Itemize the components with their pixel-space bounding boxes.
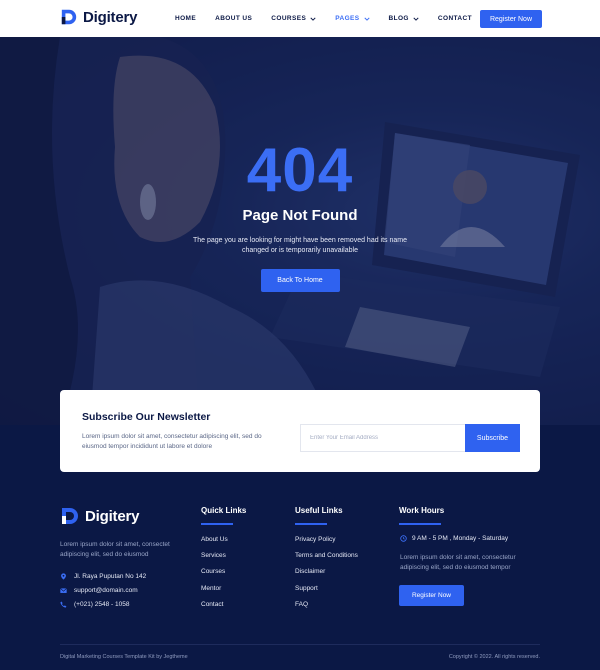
footer-copyright: Copyright © 2022. All rights reserved. — [448, 654, 540, 660]
nav-home-label: HOME — [175, 15, 197, 22]
footer-credit: Digital Marketing Courses Template Kit b… — [60, 654, 188, 660]
contact-email: support@domain.com — [60, 587, 138, 594]
quick-links-underline — [201, 523, 233, 525]
nav-contact[interactable]: CONTACT — [438, 15, 472, 22]
clock-icon — [400, 535, 407, 542]
link-disclaimer[interactable]: Disclaimer — [295, 568, 325, 575]
useful-links-underline — [295, 523, 327, 525]
logo-text: Digitery — [83, 8, 138, 26]
link-faq[interactable]: FAQ — [295, 601, 308, 608]
footer-register-button[interactable]: Register Now — [399, 585, 464, 606]
error-content: 404 Page Not Found The page you are look… — [0, 137, 600, 292]
link-about-us[interactable]: About Us — [201, 536, 228, 543]
register-now-button[interactable]: Register Now — [480, 10, 542, 28]
link-services[interactable]: Services — [201, 552, 226, 559]
work-hours-text: 9 AM - 5 PM , Monday - Saturday — [412, 535, 509, 542]
hero-section: 404 Page Not Found The page you are look… — [0, 37, 600, 425]
error-code: 404 — [246, 136, 354, 205]
logo-mark-icon — [62, 508, 78, 524]
nav-home[interactable]: HOME — [175, 15, 196, 22]
subscribe-button[interactable]: Subscribe — [465, 424, 520, 452]
link-terms[interactable]: Terms and Conditions — [295, 552, 358, 559]
mail-icon — [60, 588, 67, 593]
nav-blog[interactable]: BLOG — [389, 15, 419, 22]
link-privacy-policy[interactable]: Privacy Policy — [295, 536, 335, 543]
useful-links-title: Useful Links — [295, 506, 343, 515]
main-nav: HOME ABOUT US COURSES PAGES BLOG CONTACT — [175, 0, 491, 37]
newsletter-title: Subscribe Our Newsletter — [82, 411, 211, 423]
work-hours-description: Lorem ipsum dolor sit amet, consectetur … — [400, 554, 516, 571]
chevron-down-icon — [363, 17, 370, 21]
nav-pages-label: PAGES — [335, 15, 360, 22]
nav-about-us-label: ABOUT US — [215, 15, 253, 22]
quick-links-title: Quick Links — [201, 506, 247, 515]
contact-phone-text: (+021) 2548 - 1058 — [74, 601, 130, 608]
footer-logo-text: Digitery — [85, 507, 140, 525]
error-description: The page you are looking for might have … — [192, 237, 408, 254]
link-courses[interactable]: Courses — [201, 568, 225, 575]
site-header: Digitery HOME ABOUT US COURSES PAGES BLO… — [0, 0, 600, 37]
chevron-down-icon — [310, 17, 316, 21]
email-input[interactable] — [300, 424, 465, 452]
phone-icon — [60, 601, 67, 608]
link-contact[interactable]: Contact — [201, 601, 223, 608]
link-support[interactable]: Support — [295, 585, 318, 592]
work-hours-title: Work Hours — [399, 506, 445, 515]
nav-courses[interactable]: COURSES — [271, 15, 316, 22]
link-mentor[interactable]: Mentor — [201, 585, 221, 592]
newsletter-card: Subscribe Our Newsletter Lorem ipsum dol… — [60, 390, 540, 472]
nav-blog-label: BLOG — [388, 15, 409, 22]
location-pin-icon — [61, 573, 66, 580]
newsletter-text: Lorem ipsum dolor sit amet, consectetur … — [82, 433, 262, 450]
contact-email-text[interactable]: support@domain.com — [74, 587, 138, 594]
back-to-home-button[interactable]: Back To Home — [260, 269, 340, 292]
contact-address: Jl. Raya Puputan No 142 — [60, 573, 146, 580]
footer-divider — [60, 644, 540, 645]
chevron-down-icon — [413, 17, 419, 21]
newsletter-form: Subscribe — [300, 424, 520, 452]
nav-courses-label: COURSES — [271, 15, 307, 22]
error-title: Page Not Found — [242, 207, 358, 224]
contact-address-text: Jl. Raya Puputan No 142 — [74, 573, 147, 580]
footer-logo[interactable]: Digitery — [60, 506, 139, 526]
work-hours-underline — [399, 523, 441, 525]
nav-contact-label: CONTACT — [437, 15, 472, 22]
contact-phone: (+021) 2548 - 1058 — [60, 601, 129, 608]
footer-about-text: Lorem ipsum dolor sit amet, consectet ad… — [60, 541, 170, 558]
nav-pages[interactable]: PAGES — [335, 15, 370, 22]
logo-mark-icon — [61, 9, 77, 25]
work-hours-line: 9 AM - 5 PM , Monday - Saturday — [400, 535, 508, 542]
logo[interactable]: Digitery — [60, 8, 137, 26]
nav-about-us[interactable]: ABOUT US — [215, 15, 252, 22]
